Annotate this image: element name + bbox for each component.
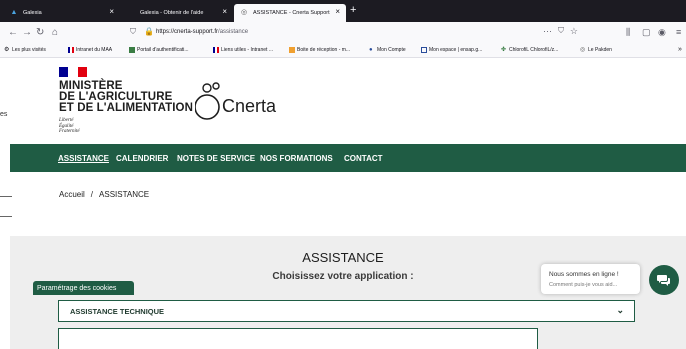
account-icon: ● [369, 47, 373, 53]
mail-icon [289, 47, 295, 53]
reload-icon[interactable]: ↻ [36, 27, 44, 39]
back-icon[interactable]: ← [8, 27, 18, 39]
pocket-icon[interactable]: ⛉ [558, 26, 564, 36]
home-icon[interactable]: ⌂ [52, 27, 58, 39]
flag-icon [68, 47, 74, 53]
portal-icon [129, 47, 135, 53]
bookmark-item[interactable]: ◎ Le Pakden [580, 47, 612, 53]
flag-icon [213, 47, 219, 53]
tab-assistance[interactable]: ◎ ASSISTANCE - Cnerta Support × [234, 4, 346, 22]
chat-line-2: Comment puis-je vous aid... [549, 282, 618, 288]
tab-title: Galexia [23, 10, 42, 16]
cnerta-tab-icon: ◎ [240, 9, 248, 16]
url-bar[interactable]: ⛉ 🔒 https://cnerta-support.fr/assistance… [124, 25, 580, 41]
chat-greeting-bubble[interactable]: Nous sommes en ligne ! Comment puis-je v… [541, 264, 640, 294]
tab-title: Galexia - Obtenir de l'aide [140, 10, 204, 16]
chlorofil-icon: ✤ [501, 47, 507, 53]
more-icon[interactable]: ··· [543, 26, 552, 36]
tab-title: ASSISTANCE - Cnerta Support [253, 10, 330, 16]
bookmark-item[interactable]: Boite de réception - m... [289, 47, 350, 53]
ensap-icon [421, 47, 427, 53]
bookmark-item[interactable]: ● Mon Compte [369, 47, 406, 53]
lock-icon[interactable]: 🔒 [144, 27, 154, 36]
tab-galexia-aide[interactable]: Galexia - Obtenir de l'aide × [121, 4, 233, 22]
page-content: es MINISTÈRE DE L'AGRICULTURE ET DE L'AL… [0, 58, 686, 349]
tab-galexia[interactable]: ▲ Galexia × [4, 4, 120, 22]
main-menu: ASSISTANCE CALENDRIER NOTES DE SERVICE N… [10, 144, 686, 172]
bookmarks-overflow-icon[interactable]: » [678, 46, 682, 53]
side-divider [0, 216, 12, 217]
browser-tab-bar: ▲ Galexia × Galexia - Obtenir de l'aide … [0, 0, 686, 22]
globe-icon: ◎ [580, 47, 586, 53]
menu-item-assistance[interactable]: ASSISTANCE [58, 154, 109, 163]
bookmark-item[interactable]: Intranet du MAA [68, 47, 112, 53]
new-tab-button[interactable]: + [350, 4, 356, 16]
gear-icon: ⚙ [4, 47, 10, 53]
menu-item-notes-de-service[interactable]: NOTES DE SERVICE [177, 154, 255, 163]
menu-item-nos-formations[interactable]: NOS FORMATIONS [260, 154, 333, 163]
menu-item-contact[interactable]: CONTACT [344, 154, 383, 163]
chat-line-1: Nous sommes en ligne ! [549, 271, 619, 278]
assistance-title: ASSISTANCE [302, 250, 384, 265]
side-text-fragment: es [0, 111, 8, 118]
menu-icon[interactable]: ≡ [676, 27, 681, 37]
account-icon[interactable]: ◉ [658, 27, 666, 38]
republic-flag-logo [59, 67, 87, 77]
bookmark-item[interactable]: Portail d'authentificati... [129, 47, 189, 53]
select-label: ASSISTANCE TECHNIQUE [70, 307, 165, 316]
chat-icon [657, 275, 670, 286]
menu-item-calendrier[interactable]: CALENDRIER [116, 154, 168, 163]
chat-launcher-button[interactable] [649, 265, 679, 295]
sidebar-icon[interactable]: ▢ [642, 27, 651, 38]
chevron-down-icon: ⌄ [616, 305, 624, 315]
cookie-settings-button[interactable]: Paramétrage des cookies [33, 281, 134, 295]
ministry-logo-text[interactable]: MINISTÈRE DE L'AGRICULTURE ET DE L'ALIME… [59, 80, 193, 114]
bookmark-item[interactable]: ⚙ Les plus visités [4, 47, 46, 53]
breadcrumb: Accueil / ASSISTANCE [59, 190, 150, 199]
browser-nav-bar: ← → ↻ ⌂ ⛉ 🔒 https://cnerta-support.fr/as… [0, 22, 686, 44]
shield-icon[interactable]: ⛉ [130, 27, 136, 37]
application-select[interactable]: ASSISTANCE TECHNIQUE ⌄ [58, 300, 635, 322]
bookmark-item[interactable]: Mon espace | ensap.g... [421, 47, 482, 53]
forward-icon[interactable]: → [22, 27, 32, 39]
bookmarks-bar: ⚙ Les plus visités Intranet du MAA Portai… [0, 44, 686, 58]
side-divider [0, 196, 12, 197]
secondary-select[interactable] [58, 328, 538, 349]
library-icon[interactable]: ⫼ [626, 27, 630, 38]
bookmark-item[interactable]: ✤ ChlorofiL ChlorofiL/z... [501, 47, 558, 53]
bookmark-star-icon[interactable]: ☆ [570, 26, 578, 37]
republic-motto: Liberté Égalité Fraternité [59, 118, 80, 134]
breadcrumb-home[interactable]: Accueil [59, 190, 85, 199]
bookmark-item[interactable]: Liens utiles - Intranet ... [213, 47, 273, 53]
url-text: https://cnerta-support.fr/assistance [156, 29, 249, 35]
cnerta-brand[interactable]: Cnerta [222, 96, 276, 117]
breadcrumb-current: ASSISTANCE [99, 190, 150, 199]
close-tab-icon[interactable]: × [335, 7, 340, 16]
galexia-icon: ▲ [10, 9, 18, 16]
close-tab-icon[interactable]: × [109, 7, 114, 16]
page-icon [127, 9, 135, 17]
close-tab-icon[interactable]: × [222, 7, 227, 16]
